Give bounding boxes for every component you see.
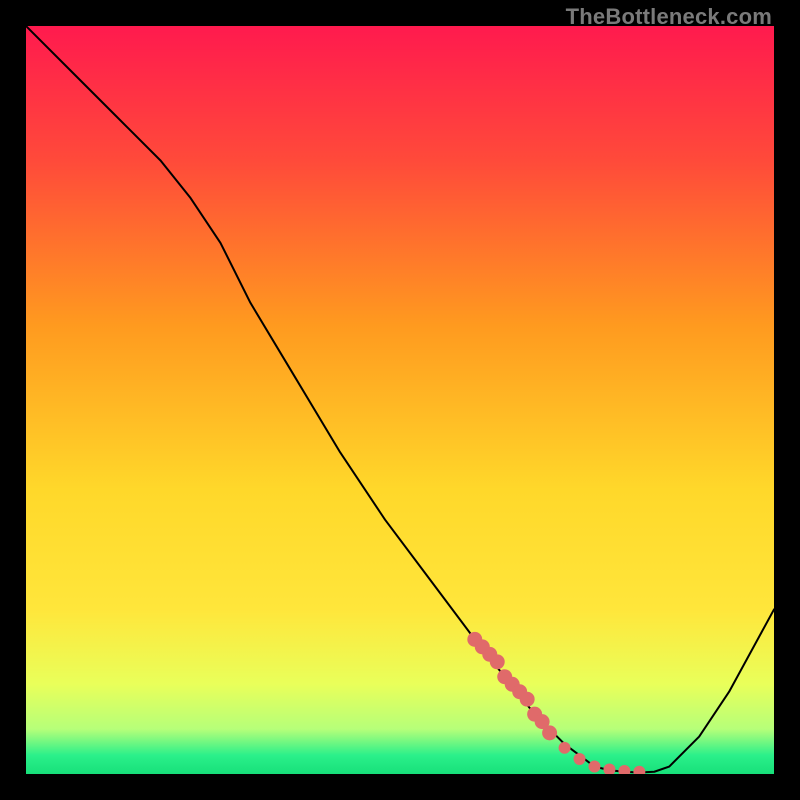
marker-dot	[520, 692, 535, 707]
plot-frame	[26, 26, 774, 774]
chart-stage: TheBottleneck.com	[0, 0, 800, 800]
marker-dot	[559, 742, 571, 754]
plot-svg	[26, 26, 774, 774]
marker-dot	[574, 753, 586, 765]
marker-dot	[542, 725, 557, 740]
marker-dot	[490, 654, 505, 669]
marker-dot	[588, 761, 600, 773]
